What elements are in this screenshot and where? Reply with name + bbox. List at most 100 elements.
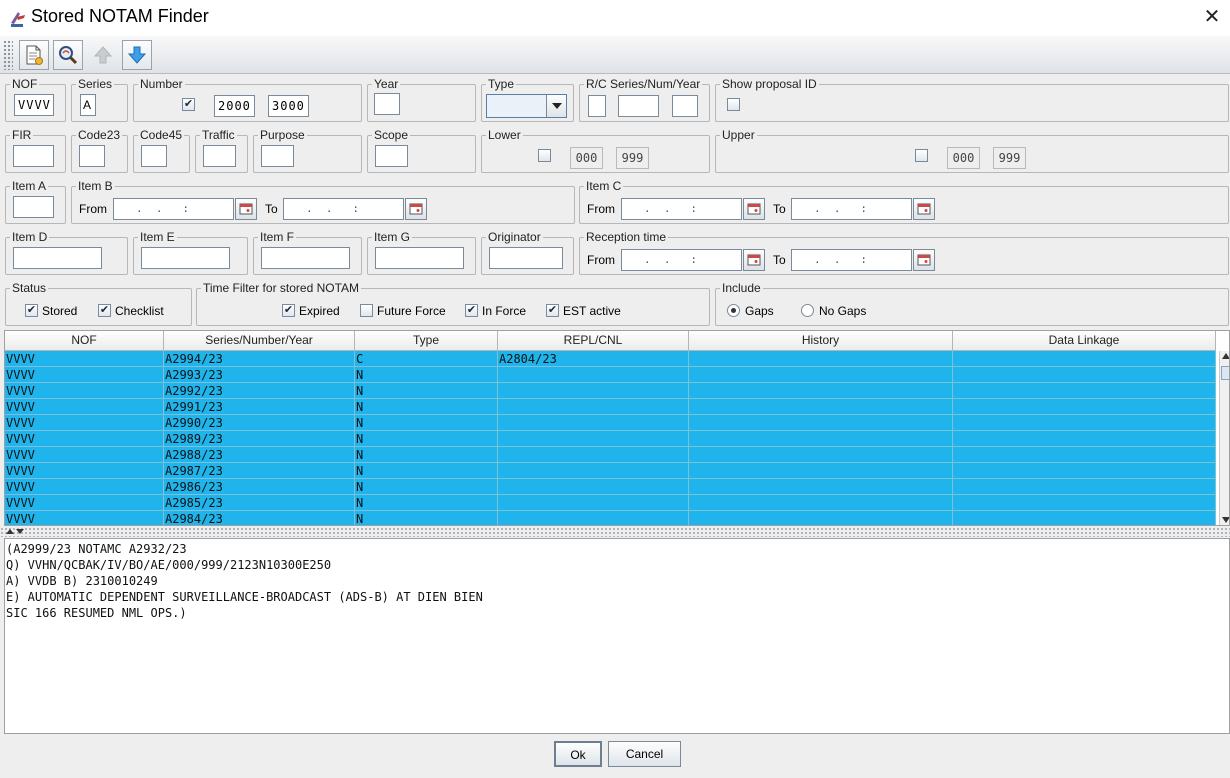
close-icon[interactable]: ✕ xyxy=(1200,4,1224,30)
expand-down-icon[interactable] xyxy=(16,529,24,534)
notam-text-area[interactable]: (A2999/23 NOTAMC A2932/23 Q) VVHN/QCBAK/… xyxy=(4,538,1230,734)
show-proposal-checkbox[interactable] xyxy=(727,98,740,111)
item-d-input[interactable] xyxy=(13,247,102,269)
number-to-input[interactable]: 3000 xyxy=(268,95,309,117)
table-row[interactable]: VVVV A2992/23 N xyxy=(5,383,1216,399)
reception-to-calendar-button[interactable] xyxy=(913,249,935,271)
lower-max-input[interactable]: 999 xyxy=(616,147,649,169)
lower-min-input[interactable]: 000 xyxy=(570,147,603,169)
split-pane-divider[interactable] xyxy=(0,527,1230,537)
in-force-checkbox[interactable]: ✔ xyxy=(465,304,478,317)
code23-input[interactable] xyxy=(79,145,105,167)
checklist-checkbox[interactable]: ✔ xyxy=(98,304,111,317)
upper-max-input[interactable]: 999 xyxy=(993,147,1026,169)
results-table[interactable]: NOF Series/Number/Year Type REPL/CNL His… xyxy=(4,330,1230,526)
column-header-series-number-year[interactable]: Series/Number/Year xyxy=(164,331,355,351)
traffic-input[interactable] xyxy=(203,145,236,167)
item-e-input[interactable] xyxy=(141,247,230,269)
table-row[interactable]: VVVV A2993/23 N xyxy=(5,367,1216,383)
move-down-button[interactable] xyxy=(122,40,152,70)
search-button[interactable] xyxy=(53,40,83,70)
table-row[interactable]: VVVV A2986/23 N xyxy=(5,479,1216,495)
future-force-checkbox[interactable] xyxy=(360,304,373,317)
table-cell: VVVV xyxy=(5,511,164,525)
type-select[interactable] xyxy=(486,94,567,118)
scope-input[interactable] xyxy=(375,145,408,167)
cancel-button[interactable]: Cancel xyxy=(608,741,681,767)
purpose-input[interactable] xyxy=(261,145,294,167)
column-header-nof[interactable]: NOF xyxy=(5,331,164,351)
table-cell xyxy=(689,447,953,463)
lower-checkbox[interactable] xyxy=(538,149,551,162)
expired-checkbox[interactable]: ✔ xyxy=(282,304,295,317)
item-c-from-calendar-button[interactable] xyxy=(743,198,765,220)
scroll-down-icon[interactable] xyxy=(1222,517,1230,523)
item-a-input[interactable] xyxy=(13,196,54,218)
arrow-up-icon xyxy=(93,46,113,64)
originator-input[interactable] xyxy=(489,247,563,269)
year-panel: Year xyxy=(367,77,476,122)
table-cell: VVVV xyxy=(5,463,164,479)
scroll-thumb[interactable] xyxy=(1221,366,1229,380)
rc-year-input[interactable] xyxy=(672,95,698,117)
column-header-history[interactable]: History xyxy=(689,331,953,351)
item-c-to-input[interactable]: . . : xyxy=(791,198,912,220)
table-row[interactable]: VVVV A2988/23 N xyxy=(5,447,1216,463)
table-cell: A2988/23 xyxy=(164,447,355,463)
column-header-data-linkage[interactable]: Data Linkage xyxy=(953,331,1216,351)
table-row[interactable]: VVVV A2991/23 N xyxy=(5,399,1216,415)
table-row[interactable]: VVVV A2989/23 N xyxy=(5,431,1216,447)
rc-number-input[interactable] xyxy=(618,95,659,117)
toolbar-grip[interactable] xyxy=(3,40,13,70)
item-c-from-input[interactable]: . . : xyxy=(621,198,742,220)
upper-checkbox[interactable] xyxy=(915,149,928,162)
item-f-input[interactable] xyxy=(261,247,350,269)
item-b-from-input[interactable]: . . : xyxy=(113,198,234,220)
item-c-to-calendar-button[interactable] xyxy=(913,198,935,220)
table-cell xyxy=(498,479,689,495)
table-cell: A2990/23 xyxy=(164,415,355,431)
new-document-button[interactable] xyxy=(19,40,49,70)
item-b-from-calendar-button[interactable] xyxy=(235,198,257,220)
code23-panel: Code23 xyxy=(71,128,128,173)
gaps-radio[interactable] xyxy=(727,304,740,317)
upper-min-input[interactable]: 000 xyxy=(947,147,980,169)
ok-button[interactable]: Ok xyxy=(554,741,602,767)
table-cell xyxy=(498,367,689,383)
scroll-up-icon[interactable] xyxy=(1222,353,1230,359)
item-b-to-input[interactable]: . . : xyxy=(283,198,404,220)
table-row[interactable]: VVVV A2987/23 N xyxy=(5,463,1216,479)
number-checkbox[interactable]: ✔ xyxy=(182,98,195,111)
series-input[interactable]: A xyxy=(80,94,96,116)
type-panel: Type xyxy=(481,77,574,122)
reception-from-input[interactable]: . . : xyxy=(621,249,742,271)
item-c-title: Item C xyxy=(584,179,624,193)
time-filter-title: Time Filter for stored NOTAM xyxy=(201,281,362,295)
table-row[interactable]: VVVV A2985/23 N xyxy=(5,495,1216,511)
table-vertical-scrollbar[interactable] xyxy=(1219,351,1230,525)
number-from-input[interactable]: 2000 xyxy=(214,95,255,117)
chevron-down-icon[interactable] xyxy=(546,95,566,117)
table-row[interactable]: VVVV A2984/23 N xyxy=(5,511,1216,525)
nof-input[interactable]: VVVV xyxy=(14,94,54,116)
table-cell xyxy=(953,511,1216,525)
code45-input[interactable] xyxy=(141,145,167,167)
fir-input[interactable] xyxy=(13,145,54,167)
collapse-up-icon[interactable] xyxy=(6,529,14,534)
table-row[interactable]: VVVV A2990/23 N xyxy=(5,415,1216,431)
move-up-button[interactable] xyxy=(88,40,118,70)
item-g-input[interactable] xyxy=(375,247,464,269)
item-c-to-label: To xyxy=(773,202,786,216)
column-header-repl-cnl[interactable]: REPL/CNL xyxy=(498,331,689,351)
no-gaps-radio[interactable] xyxy=(801,304,814,317)
item-b-to-calendar-button[interactable] xyxy=(405,198,427,220)
est-active-checkbox[interactable]: ✔ xyxy=(546,304,559,317)
reception-from-calendar-button[interactable] xyxy=(743,249,765,271)
rc-series-input[interactable] xyxy=(588,95,606,117)
column-header-type[interactable]: Type xyxy=(355,331,498,351)
stored-checkbox[interactable]: ✔ xyxy=(25,304,38,317)
year-input[interactable] xyxy=(374,93,400,115)
table-row[interactable]: VVVV A2994/23 C A2804/23 xyxy=(5,351,1216,367)
reception-to-input[interactable]: . . : xyxy=(791,249,912,271)
table-cell: N xyxy=(355,399,498,415)
